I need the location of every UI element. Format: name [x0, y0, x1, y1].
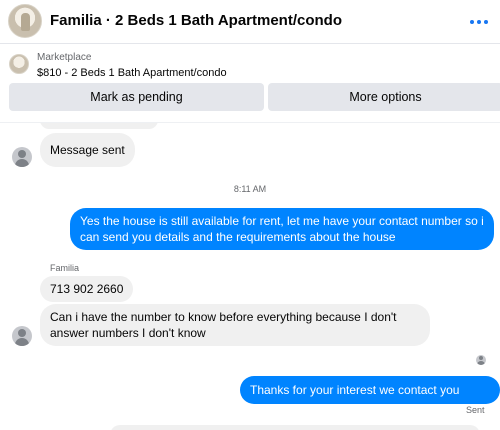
message-bubble-cut — [110, 425, 480, 430]
marketplace-banner: Marketplace $810 - 2 Beds 1 Bath Apartme… — [0, 44, 500, 122]
message-status: Sent — [466, 405, 485, 415]
message-bubble-cut — [40, 123, 158, 129]
listing-title[interactable]: $810 - 2 Beds 1 Bath Apartment/condo — [37, 67, 227, 79]
message-bubble-outgoing: Thanks for your interest we contact you … — [240, 376, 500, 425]
message-bubble-incoming: Message sent — [40, 133, 135, 167]
contact-avatar-icon[interactable] — [12, 147, 32, 167]
message-bubble-incoming: 713 902 2660 — [40, 276, 134, 302]
more-options-icon[interactable] — [470, 12, 490, 32]
message-thread[interactable]: Message sent 8:11 AM Yes the house is st… — [0, 122, 500, 430]
message-timestamp: 8:11 AM — [233, 184, 267, 194]
marketplace-label: Marketplace — [37, 52, 92, 63]
listing-avatar[interactable] — [8, 4, 42, 38]
conversation-header: Familia · 2 Beds 1 Bath Apartment/condo — [0, 0, 500, 44]
sender-name: Familia — [50, 263, 80, 273]
message-bubble-incoming: Can i have the number to know before eve… — [40, 304, 430, 346]
message-bubble-outgoing: Yes the house is still available for ren… — [70, 208, 494, 250]
conversation-title[interactable]: Familia · 2 Beds 1 Bath Apartment/condo — [50, 12, 342, 29]
house-photo-avatar-icon — [21, 13, 30, 31]
more-options-button[interactable]: More options — [268, 83, 500, 111]
contact-avatar-icon[interactable] — [12, 326, 32, 346]
seen-avatar-icon — [476, 355, 486, 365]
listing-thumbnail[interactable] — [9, 54, 29, 74]
mark-as-pending-button[interactable]: Mark as pending — [9, 83, 264, 111]
